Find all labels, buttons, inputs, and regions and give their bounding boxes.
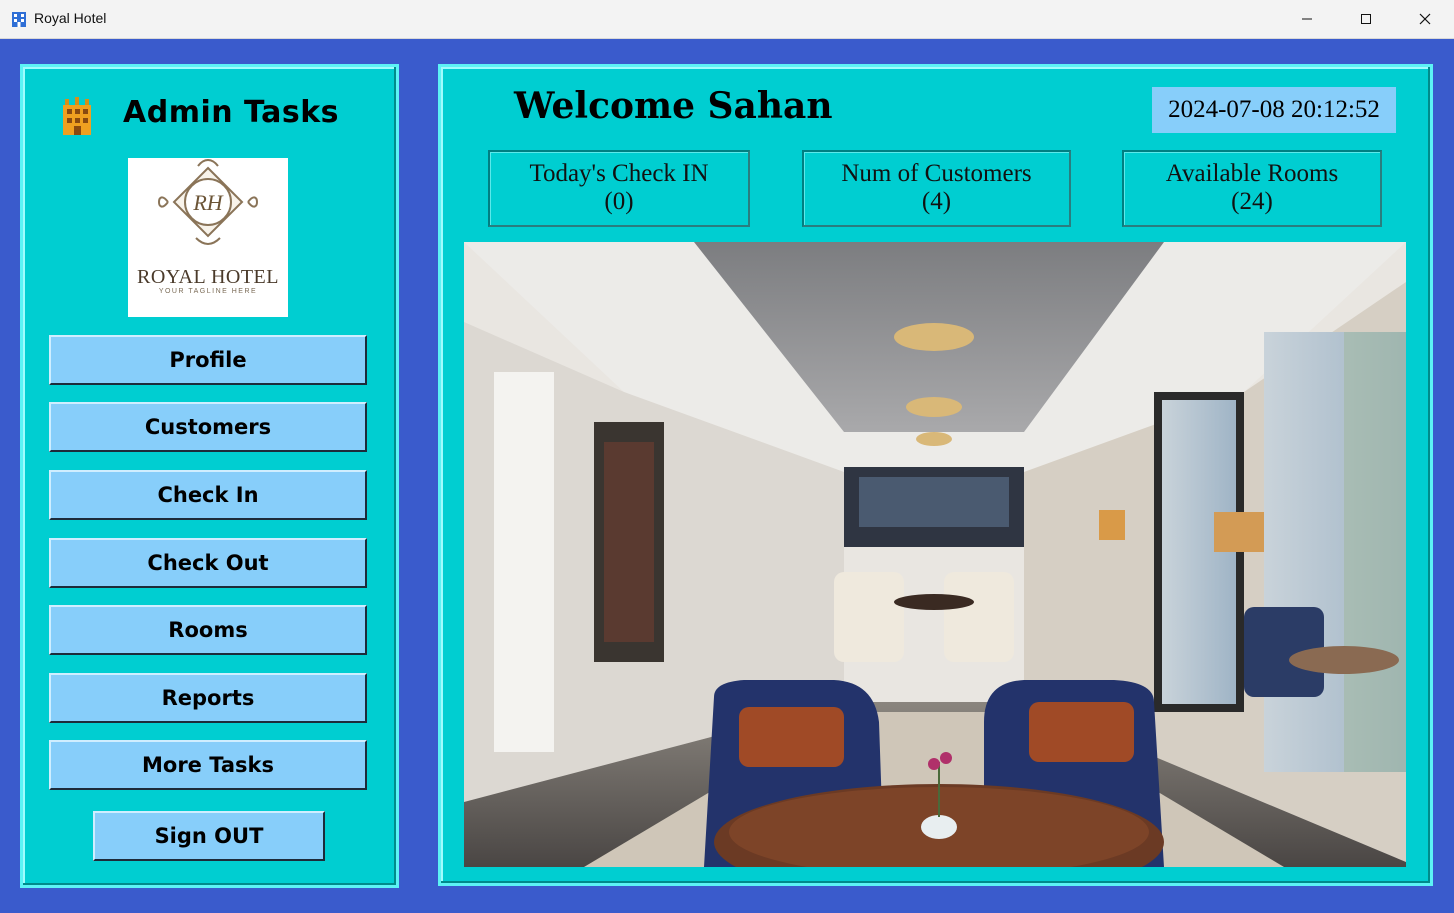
stat-label: Today's Check IN: [529, 160, 709, 187]
rooms-button[interactable]: Rooms: [49, 605, 367, 655]
stat-label: Num of Customers: [841, 160, 1032, 187]
royal-hotel-logo: RH ROYAL HOTEL YOUR TAGLINE HERE: [128, 158, 288, 317]
stat-value: (0): [604, 188, 634, 215]
minimize-icon: [1302, 18, 1312, 20]
logo-title: ROYAL HOTEL: [137, 266, 279, 288]
logo-tagline: YOUR TAGLINE HERE: [158, 288, 258, 295]
reports-button[interactable]: Reports: [49, 673, 367, 723]
hotel-building-icon: [63, 97, 91, 135]
maximize-button[interactable]: [1337, 0, 1395, 38]
datetime-display: 2024-07-08 20:12:52: [1152, 87, 1396, 133]
stat-value: (24): [1231, 188, 1273, 215]
window-title: Royal Hotel: [34, 10, 107, 26]
welcome-heading: Welcome Sahan: [514, 85, 833, 127]
dashboard-main: Welcome Sahan 2024-07-08 20:12:52 Today'…: [438, 64, 1433, 886]
todays-checkin-stat: Today's Check IN (0): [488, 150, 750, 227]
available-rooms-stat: Available Rooms (24): [1122, 150, 1382, 227]
maximize-icon: [1361, 14, 1371, 24]
window-titlebar: Royal Hotel: [0, 0, 1454, 39]
profile-button[interactable]: Profile: [49, 335, 367, 385]
logo-crest-icon: RH: [158, 159, 258, 245]
hotel-app-icon: [12, 12, 26, 27]
close-icon: [1419, 13, 1431, 25]
check-out-button[interactable]: Check Out: [49, 538, 367, 588]
close-button[interactable]: [1396, 0, 1454, 38]
check-in-button[interactable]: Check In: [49, 470, 367, 520]
customers-button[interactable]: Customers: [49, 402, 367, 452]
num-customers-stat: Num of Customers (4): [802, 150, 1071, 227]
admin-sidebar: Admin Tasks RH ROYAL HOTEL YOUR TAGLINE …: [20, 64, 399, 888]
more-tasks-button[interactable]: More Tasks: [49, 740, 367, 790]
admin-tasks-heading: Admin Tasks: [123, 95, 340, 130]
stat-value: (4): [921, 188, 952, 215]
hotel-lounge-image: [464, 242, 1406, 867]
svg-text:RH: RH: [192, 190, 223, 215]
stat-label: Available Rooms: [1165, 160, 1339, 187]
minimize-button[interactable]: [1278, 0, 1336, 38]
sign-out-button[interactable]: Sign OUT: [93, 811, 325, 861]
